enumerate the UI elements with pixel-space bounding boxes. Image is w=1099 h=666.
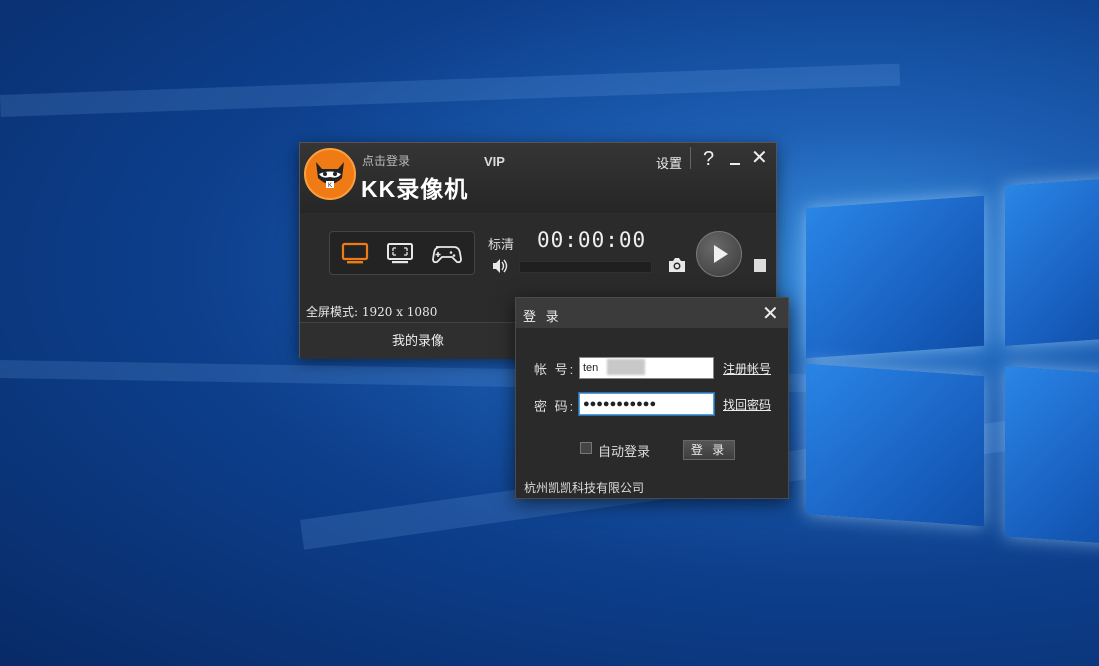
register-account-link[interactable]: 注册帐号 xyxy=(723,360,771,377)
company-name: 杭州凯凯科技有限公司 xyxy=(524,481,645,495)
raccoon-logo-icon: K xyxy=(316,162,344,189)
settings-button[interactable]: 设置 xyxy=(656,153,682,172)
fullscreen-mode-icon xyxy=(341,242,369,264)
fullscreen-mode-button[interactable] xyxy=(338,239,372,267)
windows-logo xyxy=(800,160,1099,560)
recording-timer: 00:00:00 xyxy=(537,228,647,252)
recover-password-link[interactable]: 找回密码 xyxy=(723,396,771,413)
volume-slider[interactable] xyxy=(519,261,652,273)
auto-login-label[interactable]: 自动登录 xyxy=(598,441,650,460)
quality-selector[interactable]: 标清 xyxy=(488,234,514,253)
login-title-bar: 登 录 ✕ xyxy=(516,298,788,328)
account-label: 帐 号: xyxy=(534,362,576,377)
minimize-button[interactable] xyxy=(730,163,740,165)
vip-badge[interactable]: VIP xyxy=(484,154,505,169)
app-title: KK录像机 xyxy=(361,176,469,202)
recording-mode-group xyxy=(329,231,475,275)
account-input[interactable] xyxy=(579,357,714,379)
camera-icon xyxy=(669,258,685,272)
kk-logo[interactable]: K xyxy=(304,148,356,200)
play-icon xyxy=(714,245,728,263)
svg-text:K: K xyxy=(328,183,332,189)
login-hint-link[interactable]: 点击登录 xyxy=(362,152,410,169)
help-button[interactable]: ? xyxy=(703,148,714,171)
redaction-blur xyxy=(607,359,645,375)
screenshot-button[interactable] xyxy=(667,256,687,279)
close-button[interactable]: ✕ xyxy=(751,147,768,169)
region-mode-icon xyxy=(387,243,413,264)
toolbar-divider xyxy=(690,147,691,169)
login-button[interactable]: 登 录 xyxy=(683,440,735,460)
region-mode-button[interactable] xyxy=(383,239,417,267)
my-recordings-button[interactable]: 我的录像 xyxy=(300,323,536,359)
stop-button[interactable] xyxy=(754,259,766,272)
login-close-button[interactable]: ✕ xyxy=(762,301,779,326)
window-header: K 点击登录 KK录像机 VIP 设置 ? ✕ xyxy=(300,143,776,213)
login-dialog-title: 登 录 xyxy=(523,309,562,324)
password-input[interactable] xyxy=(579,393,714,415)
auto-login-checkbox[interactable] xyxy=(580,442,592,454)
game-mode-button[interactable] xyxy=(428,239,462,267)
login-dialog: 登 录 ✕ 帐 号: 注册帐号 密 码: 找回密码 自动登录 登 录 杭州凯凯科… xyxy=(515,297,789,499)
volume-button[interactable] xyxy=(491,258,509,279)
start-recording-button[interactable] xyxy=(696,231,742,277)
speaker-icon xyxy=(493,259,508,273)
password-label: 密 码: xyxy=(534,399,576,414)
recording-mode-status: 全屏模式: 1920 x 1080 xyxy=(306,305,438,319)
gamepad-icon xyxy=(432,246,462,264)
